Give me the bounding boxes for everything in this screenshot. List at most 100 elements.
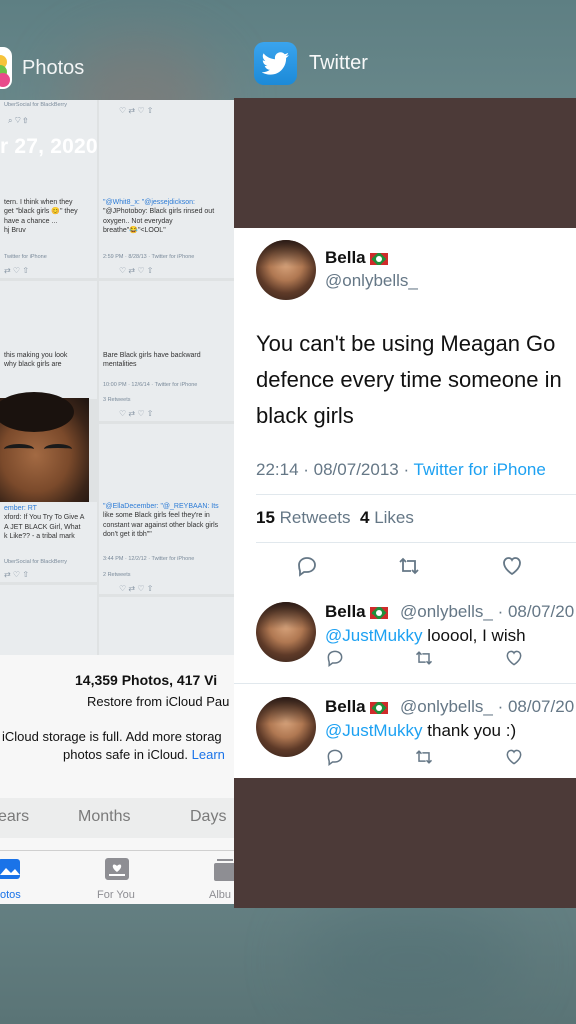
reply-text: @JustMukky looool, I wish	[325, 626, 526, 646]
icloud-storage-warning-line2: photos safe in iCloud. Learn	[63, 747, 225, 762]
photo-thumbnail[interactable]: UberSocial for BlackBerry ⌕ ♡ ⇧ tern. I …	[0, 100, 97, 278]
tweet-text: You can't be using Meagan Go defence eve…	[256, 326, 576, 434]
segment-months[interactable]: Months	[78, 808, 130, 826]
photo-thumbnail[interactable]: "@EllaDecember: "@_REYBAAN: Its like som…	[99, 424, 234, 594]
divider	[256, 494, 576, 495]
tweet-author-name[interactable]: Bella	[325, 248, 388, 268]
photo-thumbnail-face[interactable]	[0, 392, 89, 502]
photo-thumbnail[interactable]: this making you look why black girls are	[0, 281, 97, 399]
photos-app-header[interactable]: Photos	[0, 44, 84, 92]
likes-label[interactable]: Likes	[374, 508, 414, 527]
divider	[234, 683, 576, 684]
avatar[interactable]	[256, 602, 316, 662]
mention-link[interactable]: @JustMukky	[325, 626, 423, 645]
like-icon[interactable]	[504, 648, 524, 668]
tweet-source-link[interactable]: Twitter for iPhone	[414, 460, 546, 479]
tile-source: UberSocial for BlackBerry	[4, 102, 67, 108]
retweets-label[interactable]: Retweets	[280, 508, 351, 527]
photo-thumbnail[interactable]	[0, 585, 97, 655]
photo-thumbnail[interactable]: ember: RT xford: If You Try To Give A A …	[0, 502, 97, 582]
tile-text: Bare Black girls have backward mentaliti…	[103, 352, 201, 369]
photos-app-icon	[0, 47, 12, 89]
photos-tab-icon[interactable]	[0, 857, 22, 881]
tweet-author-handle[interactable]: @onlybells_	[325, 271, 418, 291]
photos-tab-bar: otos For You Albu	[0, 850, 234, 903]
storage-text: photos safe in iCloud.	[63, 747, 189, 762]
tweet-timestamp: 22:14 · 08/07/2013 · Twitter for iPhone	[256, 460, 546, 480]
tweet-text-line: black girls	[256, 403, 354, 428]
twitter-app-icon[interactable]	[254, 42, 297, 85]
tile-text: "@Whit8_x: "@jessejdickson: "@JPhotoboy:…	[103, 199, 215, 235]
reply-icon[interactable]	[295, 554, 319, 578]
photo-thumbnail[interactable]	[99, 597, 234, 655]
tile-meta: Twitter for iPhone	[4, 254, 47, 260]
tile-action-icons: ⇄ ♡ ⇧	[4, 266, 30, 275]
like-count: 4	[359, 508, 370, 527]
tile-action-icons: ⌕ ♡ ⇧	[8, 116, 28, 125]
tile-text: tern. I think when they get "black girls…	[4, 199, 78, 235]
for-you-tab-icon[interactable]	[104, 857, 130, 881]
photos-app-card[interactable]: UberSocial for BlackBerry ⌕ ♡ ⇧ tern. I …	[0, 100, 234, 904]
twitter-app-label: Twitter	[309, 52, 368, 74]
twitter-bird-icon	[261, 51, 289, 75]
icloud-storage-warning: iCloud storage is full. Add more storag	[2, 729, 222, 744]
tile-action-icons: ♡ ⇄ ♡ ⇧	[119, 584, 154, 593]
avatar[interactable]	[256, 240, 316, 300]
retweet-icon[interactable]	[414, 648, 434, 668]
tile-text: this making you look why black girls are	[4, 352, 68, 369]
retweet-icon[interactable]	[397, 554, 421, 578]
photos-date-title: r 27, 2020	[0, 135, 98, 158]
reply-body: looool, I wish	[427, 626, 526, 645]
burundi-flag-icon	[369, 606, 388, 619]
tweet-text-line: You can't be using Meagan Go	[256, 331, 556, 356]
tile-meta: 3:44 PM · 12/2/12 · Twitter for iPhone	[103, 556, 195, 562]
tile-action-icons: ♡ ⇄ ♡ ⇧	[119, 409, 154, 418]
tweet-text-line: defence every time someone in	[256, 367, 562, 392]
background-blur-bottom	[300, 900, 520, 1020]
photo-thumbnail[interactable]: ♡ ⇄ ♡ ⇧ "@Whit8_x: "@jessejdickson: "@JP…	[99, 100, 234, 278]
albums-tab-icon[interactable]	[212, 857, 234, 881]
reply-icon[interactable]	[325, 648, 345, 668]
mention-link[interactable]: @JustMukky	[325, 721, 423, 740]
retweet-icon[interactable]	[414, 747, 434, 767]
burundi-flag-icon	[369, 252, 388, 265]
photo-thumbnail[interactable]: Bare Black girls have backward mentaliti…	[99, 281, 234, 421]
segment-years[interactable]: ears	[0, 808, 29, 826]
retweet-count: 15	[256, 508, 275, 527]
tab-for-you[interactable]: For You	[97, 889, 135, 901]
like-icon[interactable]	[500, 554, 524, 578]
tile-action-icons: ♡ ⇄ ♡ ⇧	[119, 106, 154, 115]
tile-action-icons: ♡ ⇄ ♡ ⇧	[119, 266, 154, 275]
learn-more-link[interactable]: Learn	[192, 747, 225, 762]
author-name-text: Bella	[325, 697, 366, 716]
photos-app-label: Photos	[22, 56, 85, 79]
tweet-stats: 15 Retweets 4 Likes	[256, 508, 414, 528]
reply-text: @JustMukky thank you :)	[325, 721, 516, 741]
tile-action-icons: ⇄ ♡ ⇧	[4, 570, 30, 579]
reply-tweet[interactable]: Bella @onlybells_ · 08/07/20 @JustMukky …	[234, 590, 576, 684]
reply-handle-date: @onlybells_ · 08/07/20	[400, 602, 575, 621]
reply-author-name[interactable]: Bella	[325, 697, 388, 717]
twitter-app-card[interactable]: Bella @onlybells_ You can't be using Mea…	[234, 98, 576, 908]
author-name-text: Bella	[325, 248, 366, 267]
segment-days[interactable]: Days	[190, 808, 226, 826]
tile-meta: 2:59 PM · 8/28/13 · Twitter for iPhone	[103, 254, 195, 260]
reply-body: thank you :)	[427, 721, 517, 740]
reply-tweet[interactable]: Bella @onlybells_ · 08/07/20 @JustMukky …	[234, 685, 576, 778]
burundi-flag-icon	[369, 701, 388, 714]
tile-retweets: 3 Retweets	[103, 397, 131, 403]
icloud-restore-status[interactable]: Restore from iCloud Pau	[87, 694, 229, 709]
like-icon[interactable]	[504, 747, 524, 767]
tab-photos[interactable]: otos	[0, 889, 21, 901]
reply-author-name[interactable]: Bella	[325, 602, 388, 622]
tile-meta: UberSocial for BlackBerry	[4, 559, 67, 565]
tile-text: "@EllaDecember: "@_REYBAAN: Its like som…	[103, 503, 219, 539]
author-name-text: Bella	[325, 602, 366, 621]
tile-text: ember: RT xford: If You Try To Give A A …	[4, 505, 85, 541]
photo-count: 14,359 Photos, 417 Vi	[75, 672, 218, 688]
avatar[interactable]	[256, 697, 316, 757]
reply-icon[interactable]	[325, 747, 345, 767]
photos-view-segmented-control: ears Months Days	[0, 798, 234, 838]
tab-albums[interactable]: Albu	[209, 889, 231, 901]
tile-meta: 10:00 PM · 12/6/14 · Twitter for iPhone	[103, 382, 198, 388]
